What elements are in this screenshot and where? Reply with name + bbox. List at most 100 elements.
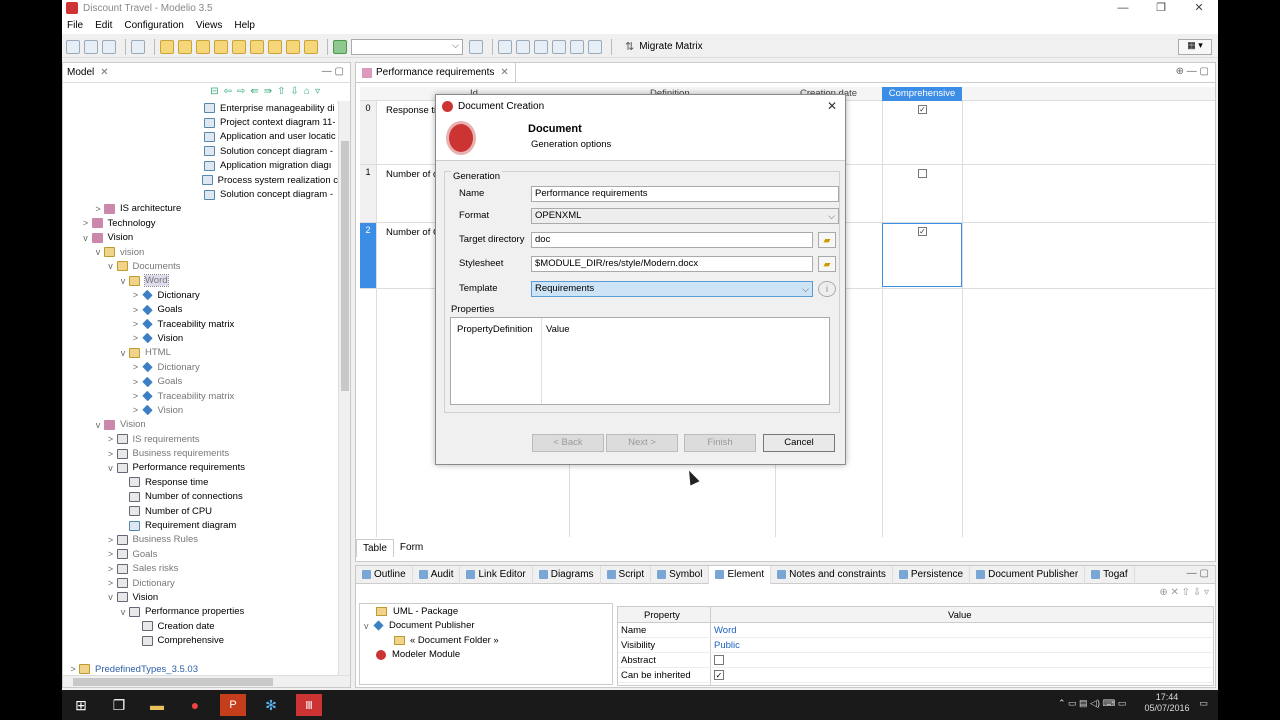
tree-item[interactable]: > Business Rules bbox=[63, 533, 338, 547]
cut-icon[interactable] bbox=[131, 39, 145, 54]
minimize-button[interactable]: — bbox=[1104, 0, 1142, 16]
tray-icons[interactable]: ⌃ ▭ ▤ ◁) ⌨ ▭ bbox=[1058, 698, 1126, 709]
tree-item[interactable]: > Traceability matrix bbox=[63, 317, 338, 331]
stylesheet-input[interactable]: $MODULE_DIR/res/style/Modern.docx bbox=[531, 256, 813, 272]
tree-item[interactable]: Solution concept diagram - bbox=[63, 187, 338, 201]
binoculars-icon[interactable] bbox=[469, 39, 483, 54]
create-term-icon[interactable] bbox=[304, 39, 318, 54]
list-item[interactable]: v Document Publisher bbox=[360, 619, 612, 634]
lightbulb-icon[interactable] bbox=[333, 39, 347, 54]
tab-link-editor[interactable]: Link Editor bbox=[460, 565, 533, 584]
maximize-button[interactable]: ❐ bbox=[1142, 0, 1180, 16]
twisty-icon[interactable]: > bbox=[130, 333, 142, 343]
twisty-icon[interactable]: v bbox=[117, 607, 129, 617]
target-directory-input[interactable]: doc bbox=[531, 232, 813, 248]
tab-outline[interactable]: Outline bbox=[356, 565, 413, 584]
browse-stylesheet-icon[interactable]: ▰ bbox=[818, 256, 836, 272]
comprehensive-checkbox[interactable]: ✓ bbox=[918, 227, 927, 236]
tab-document-publisher[interactable]: Document Publisher bbox=[970, 565, 1086, 584]
toolbar-combo[interactable] bbox=[351, 38, 463, 55]
forward-arrow-icon[interactable]: ⇨ bbox=[237, 86, 245, 97]
sync-back-icon[interactable]: ⇚ bbox=[250, 86, 258, 97]
tree-item[interactable]: v Vision bbox=[63, 590, 338, 604]
browse-folder-icon[interactable]: ▰ bbox=[818, 232, 836, 248]
tree-vertical-scrollbar[interactable] bbox=[338, 101, 350, 675]
table-row[interactable]: Abstract bbox=[618, 653, 1213, 668]
cancel-button[interactable]: Cancel bbox=[763, 434, 835, 452]
comprehensive-checkbox[interactable] bbox=[918, 169, 927, 178]
tree-item[interactable]: > Vision bbox=[63, 403, 338, 417]
format-select[interactable]: OPENXML bbox=[531, 208, 839, 224]
tab-audit[interactable]: Audit bbox=[413, 565, 461, 584]
perspective-switcher[interactable]: ▦ ▾ bbox=[1178, 39, 1212, 55]
menu-file[interactable]: File bbox=[67, 20, 83, 31]
table-row[interactable]: Can be inherited ✓ bbox=[618, 668, 1213, 683]
create-package-icon[interactable] bbox=[178, 39, 192, 54]
save-icon[interactable] bbox=[66, 39, 80, 54]
twisty-icon[interactable]: v bbox=[80, 233, 92, 243]
powerpoint-icon[interactable]: P bbox=[220, 694, 246, 716]
tree-item[interactable]: Enterprise manageability di bbox=[63, 101, 338, 115]
twisty-icon[interactable]: v bbox=[105, 261, 117, 271]
tree-item[interactable] bbox=[63, 648, 338, 662]
twisty-icon[interactable]: v bbox=[105, 592, 117, 602]
twisty-icon[interactable]: > bbox=[130, 305, 142, 315]
twisty-icon[interactable]: v bbox=[92, 247, 104, 257]
menu-configuration[interactable]: Configuration bbox=[124, 20, 183, 31]
element-toolbar-icons[interactable]: ⊕ ✕ ⇧ ⇩ ▿ bbox=[1159, 587, 1209, 598]
tree-item[interactable]: Requirement diagram bbox=[63, 518, 338, 532]
create-class-icon[interactable] bbox=[196, 39, 210, 54]
twisty-icon[interactable]: v bbox=[117, 276, 129, 286]
back-arrow-icon[interactable]: ⇦ bbox=[224, 86, 232, 97]
table-row[interactable]: Visibility Public bbox=[618, 638, 1213, 653]
windows-start-icon[interactable]: ⊞ bbox=[68, 694, 94, 716]
tab-element[interactable]: Element bbox=[709, 565, 772, 584]
tree-item[interactable]: > Dictionary bbox=[63, 288, 338, 302]
twisty-icon[interactable]: > bbox=[105, 578, 117, 588]
tree-item[interactable]: Project context diagram 11- bbox=[63, 115, 338, 129]
create-diagram-icon[interactable] bbox=[214, 39, 228, 54]
up-arrow-icon[interactable]: ⇧ bbox=[277, 86, 285, 97]
comprehensive-checkbox[interactable]: ✓ bbox=[918, 105, 927, 114]
dialog-close-button[interactable]: ✕ bbox=[827, 99, 837, 113]
sync-forward-icon[interactable]: ⇛ bbox=[264, 86, 272, 97]
can-be-inherited-checkbox[interactable]: ✓ bbox=[714, 670, 724, 680]
view-menu-icon[interactable]: ▿ bbox=[315, 86, 320, 97]
twisty-icon[interactable]: > bbox=[80, 218, 92, 228]
twisty-icon[interactable]: v bbox=[105, 463, 117, 473]
migrate-matrix-button[interactable]: ⇅ Migrate Matrix bbox=[625, 40, 703, 53]
tree-item[interactable]: > Vision bbox=[63, 331, 338, 345]
twisty-icon[interactable]: > bbox=[105, 535, 117, 545]
close-icon[interactable]: ✕ bbox=[100, 67, 108, 78]
menu-edit[interactable]: Edit bbox=[95, 20, 112, 31]
tree-item[interactable]: > Traceability matrix bbox=[63, 389, 338, 403]
tree-item[interactable]: Number of CPU bbox=[63, 504, 338, 518]
tree-item[interactable]: > Sales risks bbox=[63, 562, 338, 576]
panel-min-max-icon[interactable]: — ▢ bbox=[322, 66, 344, 77]
matrix-table-icon[interactable] bbox=[588, 39, 602, 54]
finish-button[interactable]: Finish bbox=[684, 434, 756, 452]
next-button[interactable]: Next > bbox=[606, 434, 678, 452]
tree-item[interactable]: > IS architecture bbox=[63, 202, 338, 216]
value-column-header[interactable]: Value bbox=[948, 610, 972, 621]
matrix-link-icon[interactable] bbox=[534, 39, 548, 54]
twisty-icon[interactable]: > bbox=[92, 204, 104, 214]
create-document-icon[interactable] bbox=[232, 39, 246, 54]
twisty-icon[interactable]: > bbox=[130, 391, 142, 401]
tree-item[interactable]: Creation date bbox=[63, 619, 338, 633]
tab-persistence[interactable]: Persistence bbox=[893, 565, 971, 584]
redo-icon[interactable] bbox=[102, 39, 116, 54]
twisty-icon[interactable]: > bbox=[130, 377, 142, 387]
abstract-checkbox[interactable] bbox=[714, 655, 724, 665]
tree-item[interactable]: v Vision bbox=[63, 418, 338, 432]
tree-item[interactable]: > IS requirements bbox=[63, 432, 338, 446]
home-icon[interactable]: ⌂ bbox=[304, 86, 310, 97]
info-icon[interactable]: i bbox=[818, 281, 836, 297]
task-view-icon[interactable]: ❐ bbox=[106, 694, 132, 716]
editor-tab[interactable]: Performance requirements ✕ bbox=[356, 62, 516, 83]
create-goal-icon[interactable] bbox=[268, 39, 282, 54]
tree-item[interactable]: Response time bbox=[63, 475, 338, 489]
matrix-tree-icon[interactable] bbox=[516, 39, 530, 54]
matrix-export-icon[interactable] bbox=[552, 39, 566, 54]
tree-item[interactable]: Solution concept diagram - bbox=[63, 144, 338, 158]
